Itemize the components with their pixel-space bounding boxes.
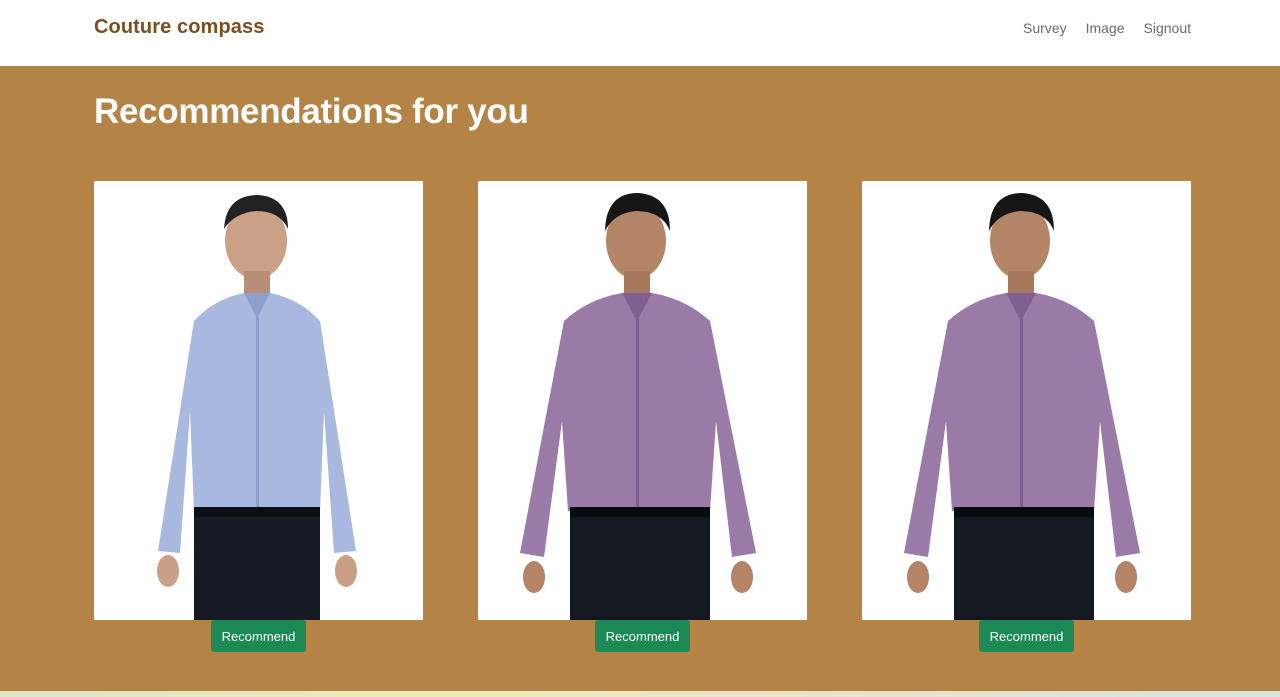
product-image xyxy=(478,181,807,620)
recommendation-card: Recommend xyxy=(478,181,807,652)
shirt-model-illustration xyxy=(478,181,807,620)
navbar: Couture compass Survey Image Signout xyxy=(0,0,1280,66)
recommend-button[interactable]: Recommend xyxy=(978,620,1075,652)
product-image xyxy=(94,181,423,620)
shirt-model-illustration xyxy=(94,181,423,620)
recommendation-card: Recommend xyxy=(862,181,1191,652)
recommendation-card: Recommend xyxy=(94,181,423,652)
page-title: Recommendations for you xyxy=(94,92,529,131)
nav-links: Survey Image Signout xyxy=(1023,20,1191,36)
nav-link-signout[interactable]: Signout xyxy=(1144,20,1191,36)
nav-link-image[interactable]: Image xyxy=(1086,20,1125,36)
main-content: Recommendations for you Recommend Recomm… xyxy=(0,66,1280,691)
product-image xyxy=(862,181,1191,620)
recommend-button[interactable]: Recommend xyxy=(594,620,691,652)
recommend-button[interactable]: Recommend xyxy=(210,620,307,652)
shirt-model-illustration xyxy=(862,181,1191,620)
footer-strip xyxy=(0,691,1280,697)
nav-link-survey[interactable]: Survey xyxy=(1023,20,1067,36)
brand-logo-link[interactable]: Couture compass xyxy=(94,16,264,39)
